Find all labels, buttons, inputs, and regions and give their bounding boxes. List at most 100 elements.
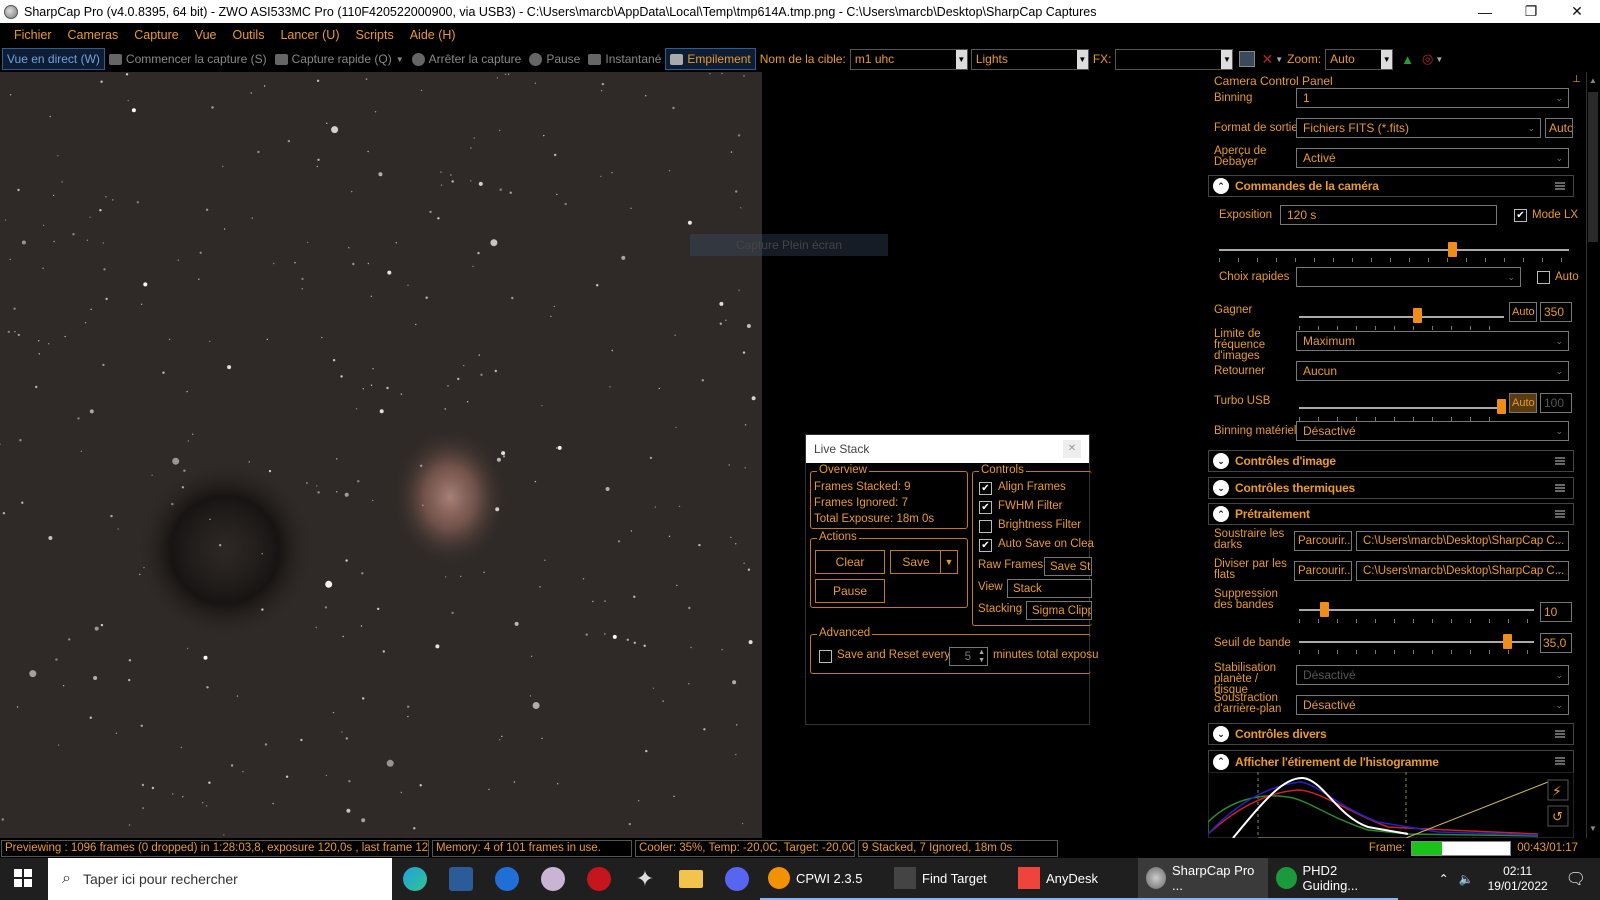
menu-icon[interactable]: [1555, 757, 1565, 765]
threshold-slider-track[interactable]: [1299, 641, 1534, 643]
chevron-down-icon[interactable]: ▼: [396, 55, 404, 64]
menu-lancer[interactable]: Lancer (U): [272, 28, 347, 42]
menu-icon[interactable]: [1555, 484, 1565, 492]
exposure-slider-thumb[interactable]: [1448, 242, 1457, 257]
flats-browse-button[interactable]: Parcourir...: [1294, 561, 1352, 581]
align-frames-checkbox[interactable]: ✔: [979, 482, 992, 495]
chevron-down-icon[interactable]: ▼: [1076, 49, 1088, 69]
menu-icon[interactable]: [1555, 730, 1565, 738]
usb-slider-thumb[interactable]: [1497, 399, 1506, 414]
save-dropdown-button[interactable]: ▼: [940, 550, 958, 574]
quick-choice-select[interactable]: ⌄: [1296, 267, 1521, 287]
menu-icon[interactable]: [1555, 457, 1565, 465]
chevron-up-icon[interactable]: ⌃: [1439, 872, 1449, 886]
satellite-icon[interactable]: [530, 858, 576, 900]
flats-path-select[interactable]: C:\Users\marcb\Desktop\SharpCap C... ⌄: [1356, 561, 1569, 581]
menu-aide[interactable]: Aide (H): [402, 28, 464, 42]
section-histogram[interactable]: ⌃ Afficher l'étirement de l'histogramme: [1208, 750, 1574, 772]
menu-scripts[interactable]: Scripts: [348, 28, 402, 42]
band-slider-thumb[interactable]: [1320, 602, 1329, 617]
menu-icon[interactable]: [1555, 510, 1565, 518]
minimize-button[interactable]: —: [1462, 0, 1508, 23]
threshold-value-input[interactable]: 35,0: [1540, 633, 1572, 653]
frame-type-select[interactable]: Lights ▼: [970, 48, 1089, 70]
quick-auto-checkbox[interactable]: [1537, 271, 1550, 284]
band-value-input[interactable]: 10: [1540, 602, 1572, 622]
clock[interactable]: 02:11 19/01/2022: [1488, 864, 1548, 894]
reticule-icon[interactable]: [1239, 51, 1256, 67]
close-button[interactable]: ✕: [1554, 0, 1600, 23]
scrollbar-thumb[interactable]: [1588, 92, 1598, 242]
chevron-down-icon[interactable]: ▼: [1275, 55, 1283, 64]
stacking-button[interactable]: Empilement: [665, 48, 756, 70]
usb-value-input[interactable]: 100: [1540, 393, 1572, 413]
image-preview[interactable]: Capture Plein écran Live Stack ✕ Overvie…: [0, 72, 1204, 838]
pin-icon[interactable]: ⊥: [1572, 74, 1581, 85]
fullscreen-overlay-button[interactable]: Capture Plein écran: [690, 234, 888, 256]
discord-icon[interactable]: [714, 858, 760, 900]
flip-select[interactable]: Aucun ⌄: [1296, 361, 1569, 381]
auto-save-checkbox[interactable]: ✔: [979, 539, 992, 552]
notification-icon[interactable]: 🗨: [1566, 869, 1586, 889]
bg-subtraction-select[interactable]: Désactivé ⌄: [1296, 695, 1569, 715]
debayer-select[interactable]: Activé ⌄: [1296, 148, 1569, 168]
menu-fichier[interactable]: Fichier: [6, 28, 60, 42]
stabilization-select[interactable]: Désactivé ⌄: [1296, 665, 1569, 685]
search-icon[interactable]: ◎: [1422, 51, 1433, 67]
start-capture-button[interactable]: Commencer la capture (S): [105, 48, 271, 70]
section-preprocessing[interactable]: ⌃ Prétraitement: [1208, 503, 1574, 525]
spinner-icon[interactable]: ▲ ▼: [978, 649, 985, 665]
ccleaner-icon[interactable]: [484, 858, 530, 900]
file-explorer-icon[interactable]: [668, 858, 714, 900]
gain-value-input[interactable]: 350: [1540, 302, 1572, 322]
menu-vue[interactable]: Vue: [187, 28, 225, 42]
star-app-icon[interactable]: ✦: [622, 858, 668, 900]
stacking-select[interactable]: Sigma Clipp: [1026, 601, 1092, 620]
menu-outils[interactable]: Outils: [225, 28, 273, 42]
pause-stack-button[interactable]: Pause: [815, 579, 885, 603]
section-image-controls[interactable]: ⌄ Contrôles d'image: [1208, 450, 1574, 472]
fx-select[interactable]: ▼: [1115, 48, 1234, 70]
chevron-down-icon[interactable]: ▼: [1589, 824, 1597, 833]
menu-icon[interactable]: [1555, 182, 1565, 190]
band-slider-track[interactable]: [1299, 609, 1534, 611]
start-button[interactable]: [14, 869, 32, 887]
mode-lx-checkbox[interactable]: ✔: [1514, 209, 1527, 222]
taskbar-app-phd2[interactable]: PHD2 Guiding...: [1268, 858, 1398, 900]
taskbar-app-cpwi[interactable]: CPWI 2.3.5: [760, 858, 886, 900]
menu-capture[interactable]: Capture: [126, 28, 186, 42]
hw-binning-select[interactable]: Désactivé ⌄: [1296, 421, 1569, 441]
chevron-down-icon[interactable]: ▼: [1221, 49, 1233, 69]
save-reset-checkbox[interactable]: [819, 650, 832, 663]
save-button[interactable]: Save: [890, 550, 942, 574]
clear-button[interactable]: Clear: [815, 550, 885, 574]
save-reset-minutes-input[interactable]: 5 ▲ ▼: [949, 647, 988, 666]
crosshair-icon[interactable]: ✕: [1261, 51, 1273, 68]
snapshot-button[interactable]: Instantané: [584, 48, 665, 70]
view-select[interactable]: Stack: [1007, 579, 1092, 598]
taskbar-app-anydesk[interactable]: AnyDesk: [1010, 858, 1138, 900]
usb-auto-button[interactable]: Auto: [1509, 393, 1537, 413]
menu-cameras[interactable]: Cameras: [60, 28, 127, 42]
binning-select[interactable]: 1 ⌄: [1296, 88, 1569, 108]
darks-path-select[interactable]: C:\Users\marcb\Desktop\SharpCap C... ⌄: [1356, 531, 1569, 551]
chevron-down-icon[interactable]: ▼: [955, 49, 967, 69]
section-misc-controls[interactable]: ⌄ Contrôles divers: [1208, 723, 1574, 745]
chevron-down-icon[interactable]: ▼: [1381, 49, 1393, 69]
threshold-slider-thumb[interactable]: [1503, 634, 1512, 649]
panel-scrollbar[interactable]: ▲ ▼: [1586, 72, 1600, 838]
stop-capture-button[interactable]: Arrêter la capture: [408, 48, 526, 70]
red-app-icon[interactable]: [576, 858, 622, 900]
quick-capture-button[interactable]: Capture rapide (Q) ▼: [271, 48, 408, 70]
raw-frames-select[interactable]: Save St: [1044, 557, 1092, 576]
histogram-chart[interactable]: ⚡ ↺: [1208, 772, 1574, 838]
chevron-down-icon[interactable]: ▼: [1435, 55, 1443, 64]
taskbar-search[interactable]: ⌕ Taper ici pour rechercher: [48, 858, 392, 900]
exposure-input[interactable]: 120 s: [1280, 205, 1497, 225]
histogram-icon[interactable]: ▲: [1401, 52, 1414, 67]
format-auto-button[interactable]: Auto: [1545, 118, 1573, 138]
section-camera-controls[interactable]: ⌃ Commandes de la caméra: [1208, 175, 1574, 197]
close-icon[interactable]: ✕: [1063, 440, 1081, 458]
gain-auto-button[interactable]: Auto: [1509, 302, 1537, 322]
brightness-filter-checkbox[interactable]: [979, 520, 992, 533]
